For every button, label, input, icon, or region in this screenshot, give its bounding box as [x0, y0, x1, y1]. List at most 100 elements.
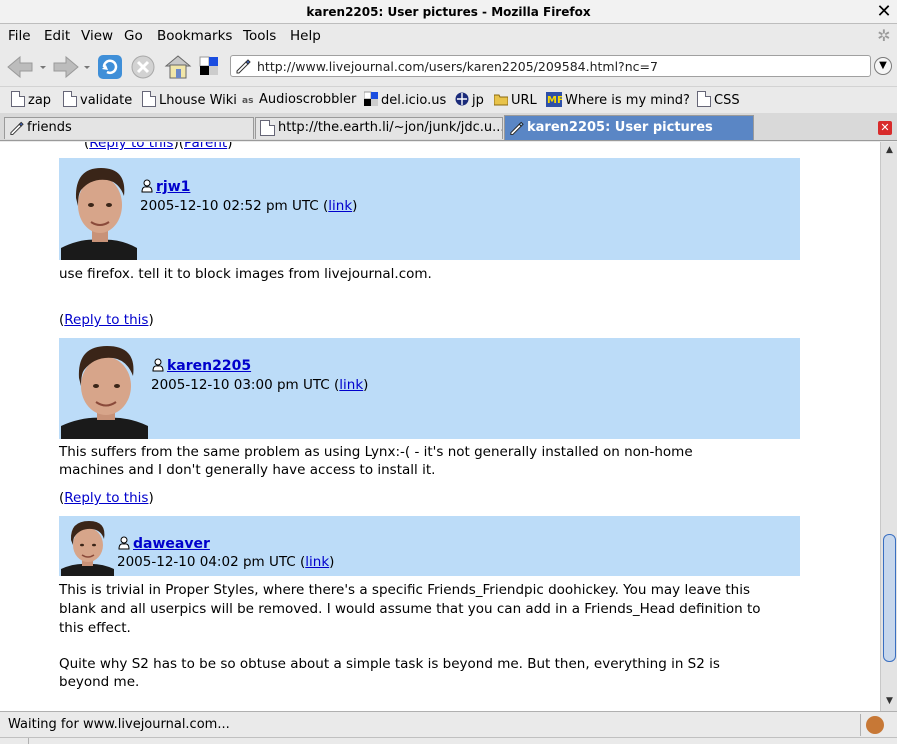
username-link[interactable]: karen2205	[167, 358, 251, 374]
comment-author: karen2205	[151, 358, 251, 374]
username-link[interactable]: daweaver	[133, 536, 210, 552]
status-text: Waiting for www.livejournal.com...	[8, 717, 230, 732]
close-tab-icon[interactable]: ✕	[878, 121, 892, 135]
tab-earth-li[interactable]: http://the.earth.li/~jon/junk/jdc.u...	[255, 117, 503, 139]
delicious-button[interactable]	[198, 53, 226, 81]
bookmark-label: Where is my mind?	[565, 93, 690, 108]
home-icon	[164, 55, 192, 79]
avatar	[61, 518, 114, 576]
bookmark-lhouse-wiki[interactable]: Lhouse Wiki	[142, 91, 237, 109]
bookmark-folder-url[interactable]: URL	[494, 91, 537, 109]
username-link[interactable]: rjw1	[156, 179, 190, 195]
user-icon	[152, 358, 164, 372]
mf-logo-icon: MF	[546, 92, 562, 107]
scroll-down-icon[interactable]: ▼	[882, 694, 897, 709]
bookmark-label: zap	[28, 93, 52, 108]
timestamp-text: 2005-12-10 02:52 pm UTC (	[140, 198, 329, 214]
reload-button[interactable]	[96, 53, 124, 81]
timestamp-text: 2005-12-10 04:02 pm UTC (	[117, 554, 306, 570]
reply-link[interactable]: Reply to this	[89, 142, 173, 151]
vertical-scrollbar[interactable]: ▲ ▼	[880, 142, 897, 711]
pencil-page-icon	[510, 121, 524, 136]
menu-view[interactable]: View	[81, 28, 113, 44]
bookmark-where-is-my-mind[interactable]: MF Where is my mind?	[546, 91, 690, 109]
permalink[interactable]: link	[339, 377, 363, 393]
folder-icon	[494, 94, 508, 106]
user-icon	[141, 179, 153, 193]
throbber-icon: ✲	[877, 26, 891, 45]
status-bar: Waiting for www.livejournal.com...	[0, 711, 897, 744]
comment-timestamp: 2005-12-10 04:02 pm UTC (link)	[117, 554, 334, 570]
menu-edit[interactable]: Edit	[44, 28, 70, 44]
pencil-page-icon	[10, 121, 24, 136]
navigation-toolbar: http://www.livejournal.com/users/karen22…	[0, 49, 897, 85]
bookmark-css[interactable]: CSS	[697, 91, 740, 109]
bookmark-zap[interactable]: zap	[11, 91, 51, 109]
page-icon	[11, 91, 25, 107]
delicious-icon	[199, 56, 218, 75]
reply-link[interactable]: Reply to this	[64, 312, 148, 328]
permalink[interactable]: link	[328, 198, 352, 214]
bookmark-audioscrobbler[interactable]: as Audioscrobbler	[242, 91, 356, 109]
menu-help[interactable]: Help	[290, 28, 321, 44]
menu-go[interactable]: Go	[124, 28, 143, 44]
stop-button[interactable]	[130, 53, 158, 81]
comment-author: daweaver	[117, 536, 210, 552]
window-titlebar: karen2205: User pictures - Mozilla Firef…	[0, 0, 897, 24]
forward-button[interactable]	[50, 53, 90, 81]
tab-user-pictures[interactable]: karen2205: User pictures	[504, 115, 754, 140]
comment-timestamp: 2005-12-10 03:00 pm UTC (link)	[151, 377, 368, 393]
url-dropdown-icon[interactable]: ▼	[874, 57, 892, 75]
comment-author: rjw1	[140, 179, 190, 195]
tab-friends[interactable]: friends	[4, 117, 254, 139]
menu-bar: File Edit View Go Bookmarks Tools Help ✲	[0, 24, 897, 48]
avatar	[61, 160, 137, 260]
home-button[interactable]	[164, 53, 192, 81]
user-photo	[61, 346, 148, 439]
bookmarks-toolbar: zap validate Lhouse Wiki as Audioscrobble…	[0, 86, 897, 112]
back-button[interactable]	[4, 53, 46, 81]
tab-label: karen2205: User pictures	[527, 120, 713, 135]
avatar	[61, 340, 148, 439]
menu-file[interactable]: File	[8, 28, 31, 44]
delicious-icon	[364, 91, 378, 106]
bookmark-validate[interactable]: validate	[63, 91, 132, 109]
status-divider	[0, 737, 897, 738]
globe-icon	[455, 92, 469, 106]
scroll-thumb[interactable]	[883, 534, 896, 662]
pencil-page-icon	[236, 59, 251, 74]
comment-body: beyond me.	[59, 674, 140, 690]
comment-body: This is trivial in Proper Styles, where …	[59, 582, 750, 598]
bookmark-jp[interactable]: jp	[455, 91, 484, 109]
bookmark-label: jp	[472, 93, 484, 108]
window-title: karen2205: User pictures - Mozilla Firef…	[306, 5, 591, 19]
comment-header: rjw1 2005-12-10 02:52 pm UTC (link)	[59, 158, 800, 260]
permalink[interactable]: link	[305, 554, 329, 570]
page-icon	[697, 91, 711, 107]
comment-body: blank and all userpics will be removed. …	[59, 601, 761, 617]
parent-link[interactable]: Parent	[184, 142, 227, 151]
mozilla-mascot-icon	[866, 716, 884, 734]
page-icon	[260, 120, 275, 136]
reply-row: (Reply to this)	[59, 312, 154, 328]
menu-tools[interactable]: Tools	[243, 28, 276, 44]
paren-close: )	[329, 554, 335, 570]
window-close-icon[interactable]: ✕	[874, 2, 894, 22]
comment-body: machines and I don't generally have acce…	[59, 462, 436, 478]
tab-bar: friends http://the.earth.li/~jon/junk/jd…	[0, 113, 897, 141]
back-arrow-icon	[7, 55, 46, 79]
bookmark-delicious[interactable]: del.icio.us	[364, 91, 446, 109]
status-divider	[860, 714, 861, 736]
forward-arrow-icon	[53, 55, 90, 79]
reply-link[interactable]: Reply to this	[64, 490, 148, 506]
comment-body: this effect.	[59, 620, 131, 636]
page-icon	[63, 91, 77, 107]
menu-bookmarks[interactable]: Bookmarks	[157, 28, 232, 44]
timestamp-text: 2005-12-10 03:00 pm UTC (	[151, 377, 340, 393]
scroll-up-icon[interactable]: ▲	[882, 143, 897, 158]
comment-body: Quite why S2 has to be so obtuse about a…	[59, 656, 720, 672]
address-text: http://www.livejournal.com/users/karen22…	[257, 59, 658, 74]
address-bar[interactable]: http://www.livejournal.com/users/karen22…	[230, 55, 871, 77]
bookmark-label: URL	[511, 93, 537, 108]
bookmark-label: validate	[80, 93, 133, 108]
